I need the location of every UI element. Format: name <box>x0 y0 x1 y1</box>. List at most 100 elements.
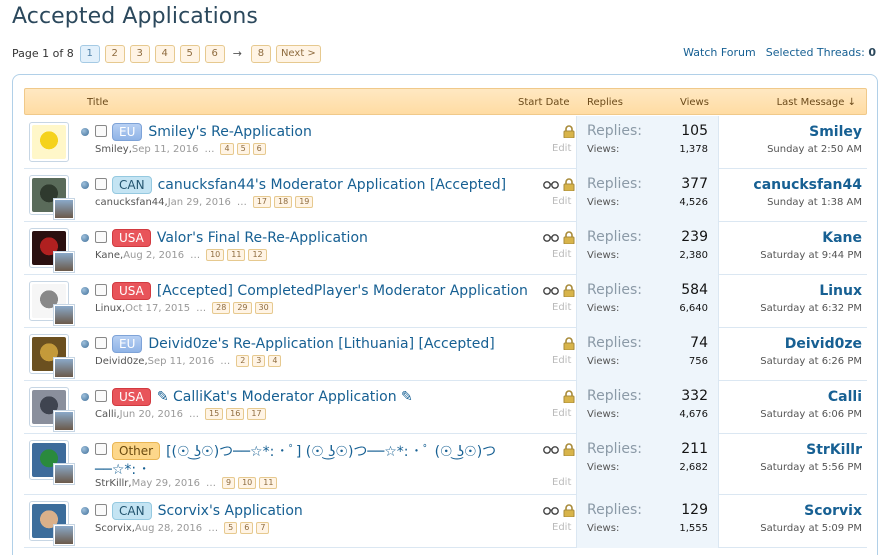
thread-select-checkbox[interactable] <box>95 504 107 516</box>
thread-page-link[interactable]: 18 <box>274 196 293 208</box>
author-avatar[interactable] <box>29 122 69 162</box>
edit-thread-link[interactable]: Edit <box>552 477 571 488</box>
last-poster-avatar[interactable] <box>53 410 75 432</box>
column-replies[interactable]: Replies <box>587 97 623 108</box>
page-link-6[interactable]: 6 <box>204 44 225 63</box>
column-last-message[interactable]: Last Message ↓ <box>777 97 856 108</box>
thread-page-link[interactable]: 4 <box>220 143 234 155</box>
thread-title-link[interactable]: Deivid0ze's Re-Application [Lithuania] [… <box>148 336 494 352</box>
thread-page-link[interactable]: 5 <box>224 522 238 534</box>
thread-page-link[interactable]: 17 <box>247 408 266 420</box>
thread-page-link[interactable]: 17 <box>252 196 272 208</box>
thread-select-checkbox[interactable] <box>95 443 107 455</box>
page-link-3[interactable]: 3 <box>129 44 150 63</box>
thread-select-checkbox[interactable] <box>95 231 107 243</box>
thread-page-link[interactable]: 29 <box>233 302 252 314</box>
thread-page-link[interactable]: 2 <box>236 355 250 367</box>
thread-select-checkbox[interactable] <box>95 125 107 137</box>
thread-page-link[interactable]: 30 <box>254 302 273 314</box>
thread-start-date[interactable]: Sep 11, 2016 <box>148 356 215 367</box>
column-title[interactable]: Title <box>87 97 108 108</box>
thread-title-link[interactable]: Smiley's Re-Application <box>148 124 311 140</box>
thread-page-link[interactable]: 11 <box>227 249 246 261</box>
last-poster-link[interactable]: Calli <box>760 389 862 405</box>
page-link-4[interactable]: 4 <box>154 44 175 63</box>
last-message-time[interactable]: Saturday at 5:56 PM <box>760 462 862 473</box>
edit-thread-link[interactable]: Edit <box>552 355 571 366</box>
thread-page-link[interactable]: 6 <box>252 143 266 155</box>
thread-start-date[interactable]: Jun 20, 2016 <box>120 409 183 420</box>
next-page-button[interactable]: Next > <box>275 44 321 63</box>
thread-page-link[interactable]: 15 <box>204 408 224 420</box>
thread-title-continuation[interactable]: ──☆*: ･ <box>95 459 148 479</box>
last-poster-link[interactable]: Kane <box>760 230 862 246</box>
watch-forum-link[interactable]: Watch Forum <box>683 46 756 59</box>
last-message-time[interactable]: Saturday at 9:44 PM <box>760 250 862 261</box>
thread-author-link[interactable]: Linux <box>95 303 122 314</box>
page-skip-arrow[interactable]: → <box>233 47 242 60</box>
selected-threads-link[interactable]: Selected Threads: 0 <box>766 46 876 59</box>
last-poster-link[interactable]: Scorvix <box>760 503 862 519</box>
last-poster-link[interactable]: StrKillr <box>760 442 862 458</box>
thread-page-link[interactable]: 11 <box>259 477 278 489</box>
thread-select-checkbox[interactable] <box>95 390 107 402</box>
thread-author-link[interactable]: Deivid0ze <box>95 356 144 367</box>
thread-page-link[interactable]: 16 <box>226 408 245 420</box>
last-poster-avatar[interactable] <box>53 524 75 546</box>
thread-title-link[interactable]: Scorvix's Application <box>158 503 303 519</box>
thread-page-link[interactable]: 4 <box>268 355 282 367</box>
page-link-2[interactable]: 2 <box>104 44 125 63</box>
edit-thread-link[interactable]: Edit <box>552 522 571 533</box>
thread-page-link[interactable]: 10 <box>206 249 225 261</box>
thread-prefix-badge[interactable]: EU <box>112 335 143 353</box>
thread-author-link[interactable]: canucksfan44 <box>95 197 165 208</box>
thread-page-link[interactable]: 6 <box>240 522 254 534</box>
last-poster-avatar[interactable] <box>53 304 75 326</box>
thread-title-link[interactable]: [(☉ ͜ʖ☉)つ──☆*: ･ ﾟ] (☉ ͜ʖ☉)つ──☆*: ･ ﾟ (☉… <box>166 441 496 461</box>
last-poster-avatar[interactable] <box>53 463 75 485</box>
thread-page-link[interactable]: 12 <box>248 249 267 261</box>
thread-prefix-badge[interactable]: CAN <box>112 502 152 520</box>
thread-select-checkbox[interactable] <box>95 284 107 296</box>
page-link-5[interactable]: 5 <box>179 44 200 63</box>
last-message-time[interactable]: Saturday at 5:09 PM <box>760 523 862 534</box>
thread-author-link[interactable]: Smiley <box>95 144 129 155</box>
column-start-date[interactable]: Start Date <box>518 97 570 108</box>
last-message-time[interactable]: Saturday at 6:32 PM <box>760 303 862 314</box>
edit-thread-link[interactable]: Edit <box>552 143 571 154</box>
thread-prefix-badge[interactable]: EU <box>112 123 143 141</box>
edit-thread-link[interactable]: Edit <box>552 408 571 419</box>
thread-select-checkbox[interactable] <box>95 337 107 349</box>
thread-page-link[interactable]: 7 <box>256 522 270 534</box>
last-message-time[interactable]: Saturday at 6:06 PM <box>760 409 862 420</box>
thread-start-date[interactable]: Sep 11, 2016 <box>132 144 199 155</box>
thread-prefix-badge[interactable]: CAN <box>112 176 152 194</box>
edit-thread-link[interactable]: Edit <box>552 249 571 260</box>
last-message-time[interactable]: Sunday at 2:50 AM <box>767 144 862 155</box>
thread-author-link[interactable]: StrKillr <box>95 478 128 489</box>
thread-page-link[interactable]: 9 <box>221 477 236 489</box>
thread-title-link[interactable]: [Accepted] CompletedPlayer's Moderator A… <box>157 283 528 299</box>
last-poster-link[interactable]: Deivid0ze <box>760 336 862 352</box>
thread-prefix-badge[interactable]: USA <box>112 282 151 300</box>
thread-author-link[interactable]: Scorvix <box>95 523 132 534</box>
thread-title-link[interactable]: Valor's Final Re-Re-Application <box>157 230 368 246</box>
thread-prefix-badge[interactable]: USA <box>112 388 151 406</box>
column-views[interactable]: Views <box>680 97 709 108</box>
thread-title-link[interactable]: ✎ CalliKat's Moderator Application ✎ <box>157 389 413 405</box>
edit-thread-link[interactable]: Edit <box>552 302 571 313</box>
thread-page-link[interactable]: 3 <box>252 355 266 367</box>
edit-thread-link[interactable]: Edit <box>552 196 571 207</box>
thread-select-checkbox[interactable] <box>95 178 107 190</box>
page-link-1[interactable]: 1 <box>79 44 100 63</box>
thread-page-link[interactable]: 5 <box>236 143 250 155</box>
thread-page-link[interactable]: 10 <box>238 477 257 489</box>
thread-author-link[interactable]: Calli <box>95 409 116 420</box>
page-link-last[interactable]: 8 <box>250 44 271 63</box>
thread-start-date[interactable]: May 29, 2016 <box>132 478 200 489</box>
thread-start-date[interactable]: Oct 17, 2015 <box>125 303 190 314</box>
last-poster-avatar[interactable] <box>53 357 75 379</box>
thread-prefix-badge[interactable]: Other <box>112 442 161 460</box>
thread-start-date[interactable]: Aug 28, 2016 <box>135 523 202 534</box>
last-message-time[interactable]: Saturday at 6:26 PM <box>760 356 862 367</box>
